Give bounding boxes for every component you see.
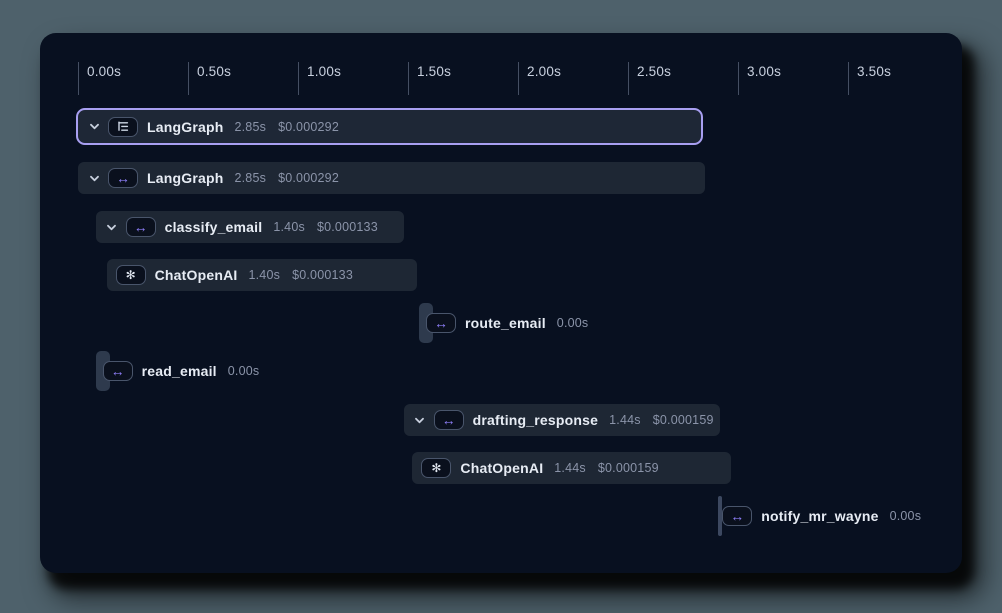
span-name: drafting_response bbox=[473, 412, 599, 428]
trace-row-read_email[interactable]: ↔ read_email 0.00s bbox=[103, 355, 260, 387]
timeline-tick-label: 2.00s bbox=[527, 64, 561, 79]
arrows-horizontal-icon: ↔ bbox=[103, 361, 133, 381]
arrows-horizontal-icon: ↔ bbox=[722, 506, 752, 526]
openai-icon: ✻ bbox=[116, 265, 146, 285]
timeline-tick-label: 0.00s bbox=[87, 64, 121, 79]
span-duration: 1.44s bbox=[554, 461, 586, 475]
span-cost: $0.000292 bbox=[278, 120, 339, 134]
timeline-tick-label: 0.50s bbox=[197, 64, 231, 79]
timeline-ruler: 0.00s 0.50s 1.00s 1.50s 2.00s 2.50s 3.00s 3.50s bbox=[40, 33, 962, 103]
arrows-horizontal-icon: ↔ bbox=[426, 313, 456, 333]
span-duration: 1.40s bbox=[248, 268, 280, 282]
trace-row-LangGraph[interactable]: ↔ LangGraph 2.85s $0.000292 bbox=[78, 162, 705, 194]
openai-icon: ✻ bbox=[421, 458, 451, 478]
span-duration: 0.00s bbox=[557, 316, 589, 330]
span-name: ChatOpenAI bbox=[155, 267, 238, 283]
timeline-tick-label: 3.00s bbox=[747, 64, 781, 79]
timeline-tick-line bbox=[628, 62, 629, 95]
trace-row-notify_mr_wayne[interactable]: ↔ notify_mr_wayne 0.00s bbox=[722, 500, 921, 532]
chevron-down-icon[interactable] bbox=[413, 413, 427, 427]
timeline-tick-label: 1.00s bbox=[307, 64, 341, 79]
span-duration: 1.44s bbox=[609, 413, 641, 427]
timeline-tick-line bbox=[188, 62, 189, 95]
trace-panel: 0.00s 0.50s 1.00s 1.50s 2.00s 2.50s 3.00s 3.50s… bbox=[40, 33, 962, 573]
trace-row-ChatOpenAI[interactable]: ✻ ChatOpenAI 1.44s $0.000159 bbox=[412, 452, 731, 484]
span-name: LangGraph bbox=[147, 119, 223, 135]
span-duration: 1.40s bbox=[273, 220, 305, 234]
chevron-down-icon[interactable] bbox=[87, 120, 101, 134]
timeline-tick-label: 3.50s bbox=[857, 64, 891, 79]
span-cost: $0.000159 bbox=[653, 413, 714, 427]
span-name: LangGraph bbox=[147, 170, 223, 186]
chevron-down-icon[interactable] bbox=[87, 171, 101, 185]
timeline-tick-line bbox=[408, 62, 409, 95]
span-name: route_email bbox=[465, 315, 546, 331]
timeline-tick-line bbox=[848, 62, 849, 95]
trace-row-LangGraph[interactable]: LangGraph 2.85s $0.000292 bbox=[76, 108, 703, 145]
span-name: notify_mr_wayne bbox=[761, 508, 878, 524]
chevron-down-icon[interactable] bbox=[105, 220, 119, 234]
timeline-tick-line bbox=[518, 62, 519, 95]
span-name: read_email bbox=[142, 363, 217, 379]
span-name: ChatOpenAI bbox=[460, 460, 543, 476]
trace-row-route_email[interactable]: ↔ route_email 0.00s bbox=[426, 307, 588, 339]
timeline-tick-label: 2.50s bbox=[637, 64, 671, 79]
timeline-tick-line bbox=[78, 62, 79, 95]
timeline-tick-label: 1.50s bbox=[417, 64, 451, 79]
trace-row-ChatOpenAI[interactable]: ✻ ChatOpenAI 1.40s $0.000133 bbox=[107, 259, 417, 291]
arrows-horizontal-icon: ↔ bbox=[434, 410, 464, 430]
trace-row-drafting_response[interactable]: ↔ drafting_response 1.44s $0.000159 bbox=[404, 404, 721, 436]
span-duration: 2.85s bbox=[234, 120, 266, 134]
span-duration: 0.00s bbox=[890, 509, 922, 523]
span-cost: $0.000292 bbox=[278, 171, 339, 185]
span-duration: 0.00s bbox=[228, 364, 260, 378]
span-name: classify_email bbox=[165, 219, 263, 235]
span-cost: $0.000133 bbox=[292, 268, 353, 282]
arrows-horizontal-icon: ↔ bbox=[126, 217, 156, 237]
span-duration: 2.85s bbox=[234, 171, 266, 185]
arrows-horizontal-icon: ↔ bbox=[108, 168, 138, 188]
timeline-tick-line bbox=[298, 62, 299, 95]
timeline-tick-line bbox=[738, 62, 739, 95]
span-cost: $0.000159 bbox=[598, 461, 659, 475]
list-tree-icon bbox=[108, 117, 138, 137]
span-cost: $0.000133 bbox=[317, 220, 378, 234]
trace-row-classify_email[interactable]: ↔ classify_email 1.40s $0.000133 bbox=[96, 211, 404, 243]
